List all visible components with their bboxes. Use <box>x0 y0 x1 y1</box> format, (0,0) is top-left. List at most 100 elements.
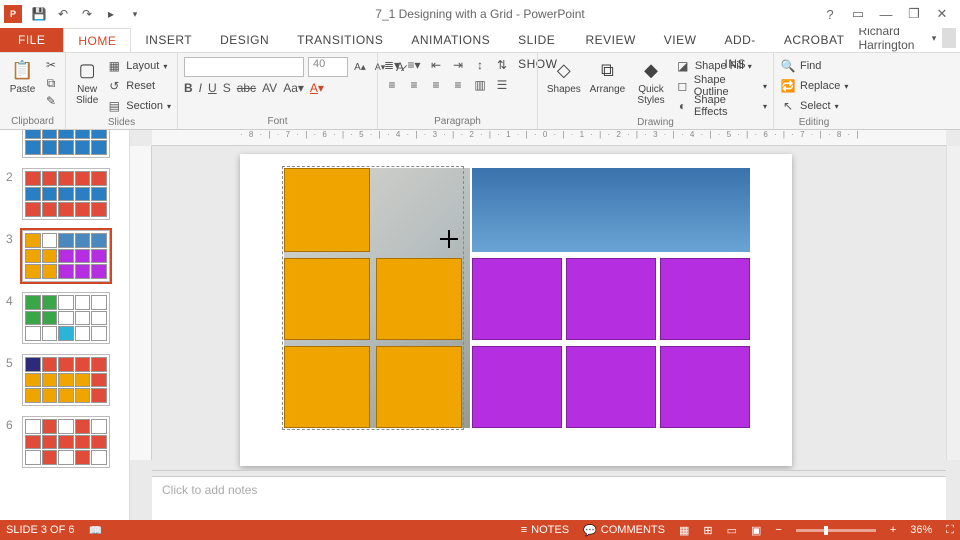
ribbon-options-icon[interactable]: ▭ <box>844 3 872 25</box>
zoom-out-button[interactable]: − <box>775 524 781 536</box>
indent-decrease-icon[interactable]: ⇤ <box>428 57 444 73</box>
tab-insert[interactable]: INSERT <box>131 28 206 52</box>
tab-animations[interactable]: ANIMATIONS <box>397 28 504 52</box>
save-icon[interactable]: 💾 <box>28 3 50 25</box>
qat-dropdown-icon[interactable]: ▾ <box>124 3 146 25</box>
minimize-icon[interactable]: — <box>872 3 900 25</box>
font-size-input[interactable]: 40 <box>308 57 348 77</box>
vertical-ruler <box>130 146 152 460</box>
group-slides: ▢ New Slide ▦Layout▾ ↺Reset ▤Section▾ Sl… <box>66 53 178 129</box>
underline-button[interactable]: U <box>208 81 217 95</box>
reset-icon: ↺ <box>106 78 122 94</box>
new-slide-button[interactable]: ▢ New Slide <box>72 57 102 106</box>
replace-button[interactable]: 🔁Replace▾ <box>780 77 848 95</box>
slide-thumbnails-pane[interactable]: 1 2 3 4 5 6 <box>0 130 130 520</box>
columns-icon[interactable]: ▥ <box>472 77 488 93</box>
tab-acrobat[interactable]: ACROBAT <box>770 28 859 52</box>
tab-view[interactable]: VIEW <box>650 28 711 52</box>
font-name-input[interactable] <box>184 57 304 77</box>
reset-button[interactable]: ↺Reset <box>106 77 171 95</box>
notes-button[interactable]: ≡ NOTES <box>521 524 569 536</box>
zoom-in-button[interactable]: + <box>890 524 896 536</box>
close-icon[interactable]: ✕ <box>928 3 956 25</box>
spellcheck-icon[interactable]: 📖 <box>88 524 102 537</box>
indent-increase-icon[interactable]: ⇥ <box>450 57 466 73</box>
slide-counter[interactable]: SLIDE 3 OF 6 <box>6 524 74 536</box>
shapes-button[interactable]: ◇Shapes <box>544 57 584 95</box>
tab-home[interactable]: HOME <box>63 28 131 52</box>
comments-button[interactable]: 💬 COMMENTS <box>583 524 665 537</box>
grow-font-icon[interactable]: A▴ <box>352 59 368 75</box>
align-right-icon[interactable]: ≡ <box>428 77 444 93</box>
line-spacing-icon[interactable]: ↕ <box>472 57 488 73</box>
fit-window-icon[interactable]: ⛶ <box>946 524 954 537</box>
tab-design[interactable]: DESIGN <box>206 28 283 52</box>
align-center-icon[interactable]: ≡ <box>406 77 422 93</box>
start-show-icon[interactable]: ▸ <box>100 3 122 25</box>
sorter-view-icon[interactable]: ⊞ <box>703 524 712 537</box>
slideshow-view-icon[interactable]: ▣ <box>751 524 761 537</box>
slide-canvas[interactable] <box>240 154 792 466</box>
italic-button[interactable]: I <box>199 81 202 95</box>
section-button[interactable]: ▤Section▾ <box>106 97 171 115</box>
find-button[interactable]: 🔍Find <box>780 57 848 75</box>
zoom-level[interactable]: 36% <box>910 524 932 536</box>
font-color-button[interactable]: A▾ <box>310 81 324 95</box>
selection-outline <box>282 166 464 430</box>
notes-pane[interactable]: Click to add notes <box>152 476 946 520</box>
arrange-button[interactable]: ⧉Arrange <box>588 57 628 95</box>
notes-placeholder: Click to add notes <box>162 483 257 497</box>
numbering-icon[interactable]: ≡▾ <box>406 57 422 73</box>
paste-button[interactable]: 📋 Paste <box>6 57 39 95</box>
vertical-scrollbar[interactable] <box>946 146 960 460</box>
thumb-slide-1[interactable]: 1 <box>6 130 123 158</box>
text-direction-icon[interactable]: ⇅ <box>494 57 510 73</box>
thumb-slide-4[interactable]: 4 <box>6 292 123 344</box>
tab-transitions[interactable]: TRANSITIONS <box>283 28 397 52</box>
grid-shape[interactable] <box>566 346 656 428</box>
shape-effects-button[interactable]: ◐Shape Effects▾ <box>675 97 767 115</box>
thumb-slide-6[interactable]: 6 <box>6 416 123 468</box>
redo-icon[interactable]: ↷ <box>76 3 98 25</box>
undo-icon[interactable]: ↶ <box>52 3 74 25</box>
restore-icon[interactable]: ❐ <box>900 3 928 25</box>
shape-fill-button[interactable]: ◪Shape Fill▾ <box>675 57 767 75</box>
grid-shape[interactable] <box>566 258 656 340</box>
zoom-slider[interactable] <box>796 529 876 532</box>
grid-shape[interactable] <box>472 346 562 428</box>
select-button[interactable]: ↖Select▾ <box>780 97 848 115</box>
normal-view-icon[interactable]: ▦ <box>679 524 689 537</box>
grid-shape[interactable] <box>660 346 750 428</box>
group-drawing: ◇Shapes ⧉Arrange ◆Quick Styles ◪Shape Fi… <box>538 53 774 129</box>
group-paragraph: ≣▾ ≡▾ ⇤ ⇥ ↕ ⇅ ≡ ≡ ≡ ≡ ▥ ☰ Paragraph <box>378 53 538 129</box>
tab-file[interactable]: FILE <box>0 28 63 52</box>
thumb-slide-5[interactable]: 5 <box>6 354 123 406</box>
align-left-icon[interactable]: ≡ <box>384 77 400 93</box>
shadow-button[interactable]: S <box>223 81 231 95</box>
format-painter-icon[interactable]: ✎ <box>43 93 59 109</box>
cut-icon[interactable]: ✂ <box>43 57 59 73</box>
bold-button[interactable]: B <box>184 81 193 95</box>
bullets-icon[interactable]: ≣▾ <box>384 57 400 73</box>
thumb-slide-2[interactable]: 2 <box>6 168 123 220</box>
shape-outline-button[interactable]: ◻Shape Outline▾ <box>675 77 767 95</box>
justify-icon[interactable]: ≡ <box>450 77 466 93</box>
copy-icon[interactable]: ⧉ <box>43 75 59 91</box>
grid-shape[interactable] <box>660 258 750 340</box>
tab-slideshow[interactable]: SLIDE SHOW <box>504 28 571 52</box>
slide-wrapper <box>240 154 792 466</box>
grid-shape[interactable] <box>472 258 562 340</box>
strike-button[interactable]: abc <box>237 81 256 95</box>
thumb-slide-3[interactable]: 3 <box>6 230 123 282</box>
tab-addins[interactable]: ADD-INS <box>710 28 769 52</box>
spacing-button[interactable]: AV <box>262 81 277 95</box>
user-name-label: Richard Harrington <box>858 24 925 52</box>
case-button[interactable]: Aa▾ <box>283 81 304 95</box>
signed-in-user[interactable]: Richard Harrington ▾ ☺ <box>858 24 960 52</box>
quick-styles-button[interactable]: ◆Quick Styles <box>631 57 671 106</box>
help-icon[interactable]: ? <box>816 3 844 25</box>
smartart-icon[interactable]: ☰ <box>494 77 510 93</box>
layout-button[interactable]: ▦Layout▾ <box>106 57 171 75</box>
reading-view-icon[interactable]: ▭ <box>727 524 737 537</box>
tab-review[interactable]: REVIEW <box>571 28 649 52</box>
